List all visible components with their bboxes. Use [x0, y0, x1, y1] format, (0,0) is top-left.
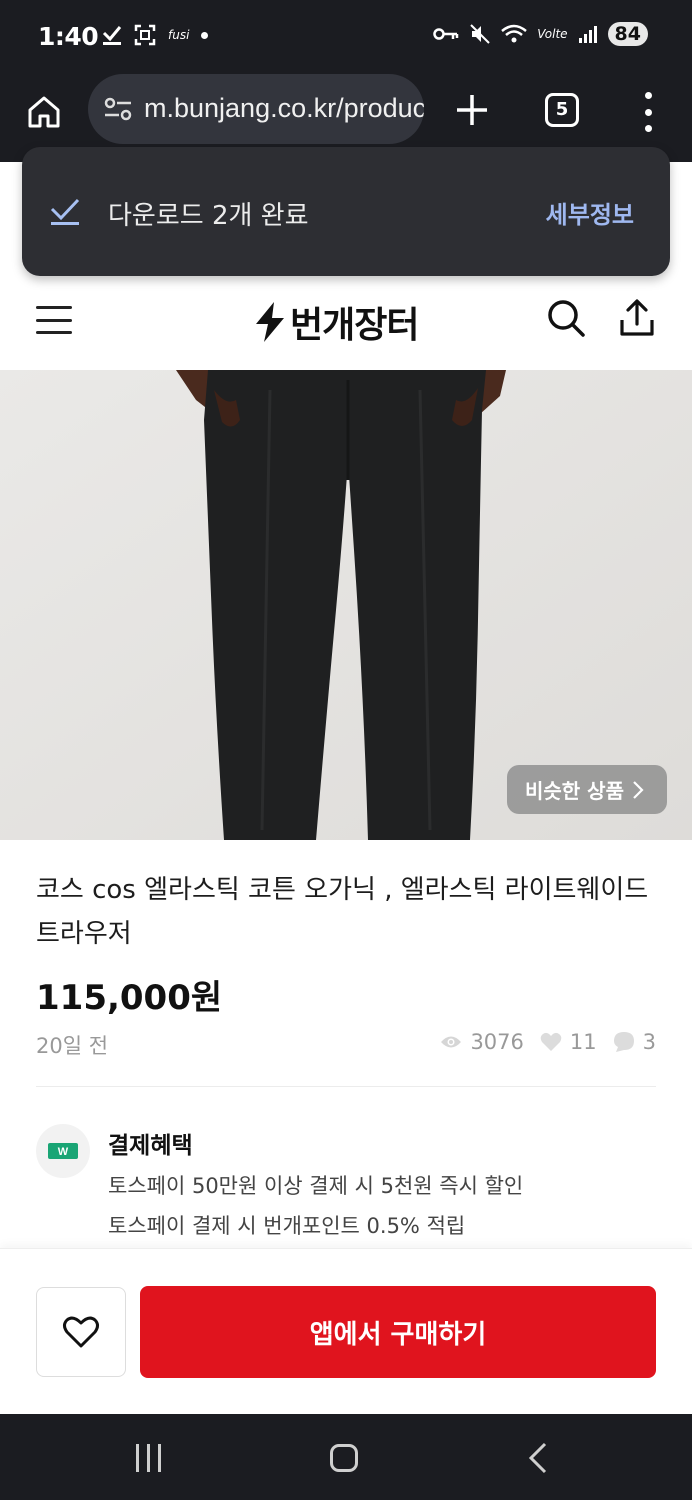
status-time: 1:40 [38, 22, 99, 51]
chat-bubble-icon [613, 1032, 634, 1052]
status-notification-icons: fusi [102, 24, 209, 46]
back-icon[interactable] [528, 1442, 548, 1474]
bottom-action-bar: 앱에서 구매하기 [0, 1248, 692, 1414]
home-icon[interactable] [26, 94, 62, 130]
benefit-title: 결제혜택 [108, 1133, 193, 1159]
recent-apps-icon[interactable] [136, 1444, 161, 1472]
download-complete-icon [50, 198, 80, 225]
status-system-icons: Volte 84 [433, 22, 648, 46]
product-stats: 3076 11 3 [430, 1030, 656, 1054]
menu-icon[interactable] [36, 306, 72, 334]
app-notification-text: fusi [168, 28, 190, 42]
battery-level: 84 [607, 22, 648, 46]
similar-products-button[interactable]: 비슷한 상품 [507, 765, 667, 814]
coupon-icon-label: W [58, 1146, 69, 1158]
chats-count: 3 [642, 1030, 656, 1054]
lightning-icon [256, 302, 284, 342]
status-bar: 1:40 fusi Volte 84 [0, 0, 692, 76]
toast-details-link[interactable]: 세부정보 [546, 195, 634, 230]
vpn-key-icon [433, 28, 459, 40]
mute-icon [470, 24, 490, 44]
likes-count: 11 [569, 1030, 597, 1054]
more-menu-icon[interactable] [640, 92, 656, 132]
posted-time: 20일 전 [36, 1034, 109, 1058]
chats-stat: 3 [613, 1030, 656, 1054]
toast-message: 다운로드 2개 완료 [108, 201, 309, 231]
address-bar[interactable]: m.bunjang.co.kr/products [88, 74, 424, 144]
heart-outline-icon [63, 1316, 99, 1348]
product-price: 115,000원 [36, 978, 223, 1018]
download-toast: 다운로드 2개 완료 세부정보 [22, 147, 670, 276]
search-icon[interactable] [546, 298, 586, 338]
section-divider [36, 1086, 656, 1087]
payment-coupon-icon: W [48, 1143, 78, 1159]
heart-icon [540, 1032, 562, 1051]
chevron-right-icon [633, 780, 644, 799]
wifi-icon [501, 24, 528, 43]
similar-products-label: 비슷한 상품 [525, 779, 624, 803]
benefit-badge: W [36, 1124, 90, 1178]
signal-icon [578, 26, 597, 43]
home-nav-icon[interactable] [330, 1444, 358, 1472]
download-done-icon [102, 26, 122, 45]
product-image[interactable]: 비슷한 상품 [0, 370, 692, 840]
benefit-line-2: 토스페이 결제 시 번개포인트 0.5% 적립 [108, 1214, 466, 1238]
site-logo[interactable]: 번개장터 [254, 296, 419, 348]
share-icon[interactable] [618, 298, 656, 338]
likes-stat: 11 [540, 1030, 597, 1054]
favorite-button[interactable] [36, 1287, 126, 1377]
notification-dot [201, 31, 209, 39]
logo-text: 번개장터 [290, 305, 419, 346]
buy-in-app-button[interactable]: 앱에서 구매하기 [140, 1286, 656, 1378]
system-nav-bar [0, 1414, 692, 1500]
site-settings-icon[interactable] [104, 96, 132, 122]
views-count: 3076 [470, 1030, 524, 1054]
benefit-line-1: 토스페이 50만원 이상 결제 시 5천원 즉시 할인 [108, 1174, 524, 1198]
eye-icon [441, 1036, 462, 1048]
url-text: m.bunjang.co.kr/products [144, 93, 424, 123]
screenshot-icon [134, 24, 156, 46]
product-title: 코스 cos 엘라스틱 코튼 오가닉 , 엘라스틱 라이트웨이드 트라우저 [36, 875, 649, 949]
views-stat: 3076 [440, 1030, 524, 1054]
network-label: Volte [537, 27, 568, 41]
tab-switcher-button[interactable]: 5 [545, 93, 579, 127]
new-tab-icon[interactable] [452, 90, 492, 130]
